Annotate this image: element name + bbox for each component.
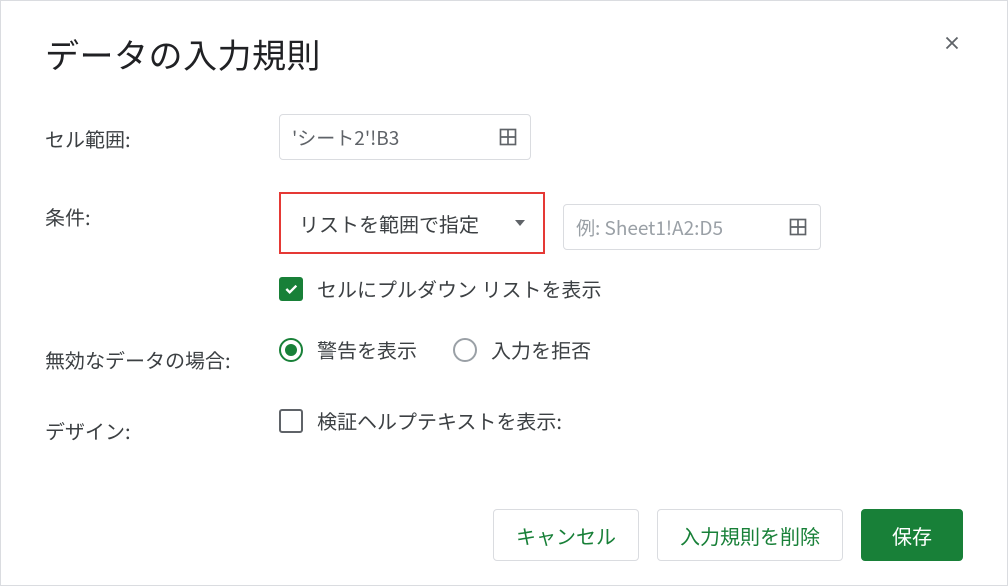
- help-text-checkbox[interactable]: [279, 409, 303, 433]
- warning-radio-option[interactable]: 警告を表示: [279, 335, 417, 364]
- range-placeholder: 例: Sheet1!A2:D5: [576, 214, 723, 241]
- show-dropdown-checkbox-row[interactable]: セルにプルダウン リストを表示: [279, 274, 963, 303]
- cell-range-label: セル範囲:: [45, 114, 279, 153]
- show-dropdown-label: セルにプルダウン リストを表示: [317, 274, 601, 303]
- save-button[interactable]: 保存: [861, 509, 963, 561]
- design-label: デザイン:: [45, 406, 279, 445]
- reject-radio-label: 入力を拒否: [491, 335, 591, 364]
- remove-rule-button[interactable]: 入力規則を削除: [657, 509, 843, 561]
- design-row: デザイン: 検証ヘルプテキストを表示:: [45, 406, 963, 445]
- warning-radio[interactable]: [279, 338, 303, 362]
- show-dropdown-checkbox[interactable]: [279, 277, 303, 301]
- check-icon: [283, 281, 299, 297]
- reject-radio-option[interactable]: 入力を拒否: [453, 335, 591, 364]
- dialog-title: データの入力規則: [45, 29, 321, 78]
- invalid-data-row: 無効なデータの場合: 警告を表示 入力を拒否: [45, 335, 963, 374]
- dialog-footer: キャンセル 入力規則を削除 保存: [45, 509, 963, 561]
- data-validation-dialog: データの入力規則 セル範囲: 'シート2'!B3 条件: リストを範囲で指定 例…: [0, 0, 1008, 586]
- condition-label: 条件:: [45, 192, 279, 231]
- invalid-data-label: 無効なデータの場合:: [45, 335, 279, 374]
- help-text-checkbox-row[interactable]: 検証ヘルプテキストを表示:: [279, 406, 963, 435]
- grid-icon: [788, 217, 808, 237]
- dialog-header: データの入力規則: [45, 29, 963, 78]
- cell-range-value: 'シート2'!B3: [292, 124, 399, 151]
- cell-range-input[interactable]: 'シート2'!B3: [279, 114, 531, 160]
- warning-radio-label: 警告を表示: [317, 335, 417, 364]
- condition-row: 条件: リストを範囲で指定 例: Sheet1!A2:D5 セルにプルダウン リ…: [45, 192, 963, 303]
- range-example-input[interactable]: 例: Sheet1!A2:D5: [563, 204, 821, 250]
- cancel-button[interactable]: キャンセル: [493, 509, 639, 561]
- cell-range-row: セル範囲: 'シート2'!B3: [45, 114, 963, 160]
- help-text-label: 検証ヘルプテキストを表示:: [317, 406, 562, 435]
- reject-radio[interactable]: [453, 338, 477, 362]
- close-button[interactable]: [941, 29, 963, 59]
- chevron-down-icon: [515, 220, 525, 226]
- grid-icon: [498, 127, 518, 147]
- condition-dropdown-value: リストを範囲で指定: [299, 209, 479, 238]
- condition-dropdown[interactable]: リストを範囲で指定: [279, 192, 545, 254]
- close-icon: [941, 32, 963, 54]
